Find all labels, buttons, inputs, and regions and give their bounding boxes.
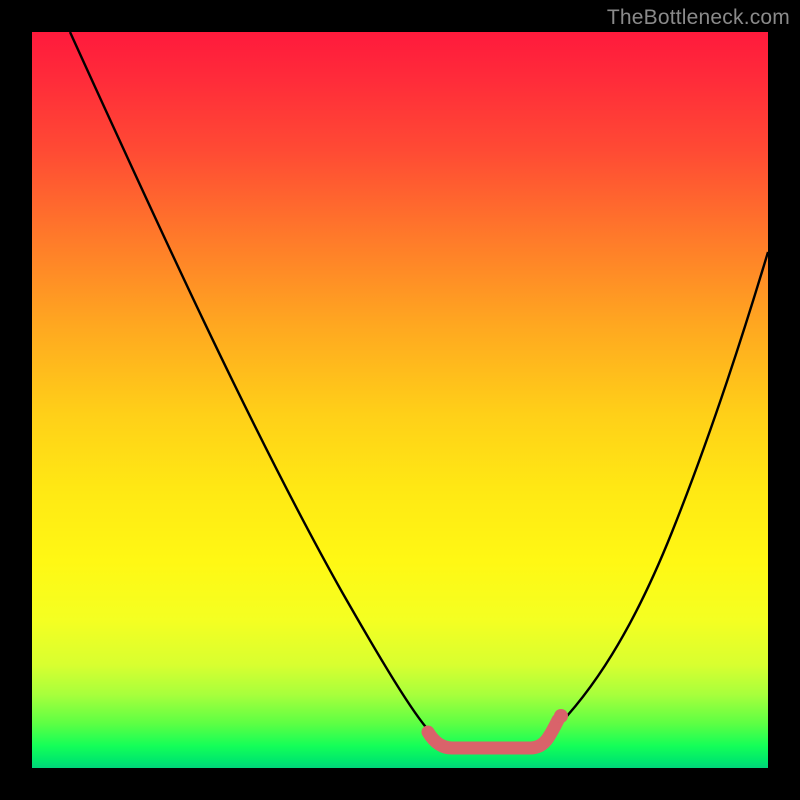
watermark-text: TheBottleneck.com — [607, 6, 790, 30]
curve-right-limb — [552, 252, 768, 732]
bottleneck-curve — [32, 32, 768, 768]
optimal-zone-end-dot — [554, 709, 568, 723]
plot-area — [32, 32, 768, 768]
curve-left-limb — [70, 32, 430, 732]
optimal-zone-highlight — [428, 720, 558, 748]
chart-frame: TheBottleneck.com — [0, 0, 800, 800]
